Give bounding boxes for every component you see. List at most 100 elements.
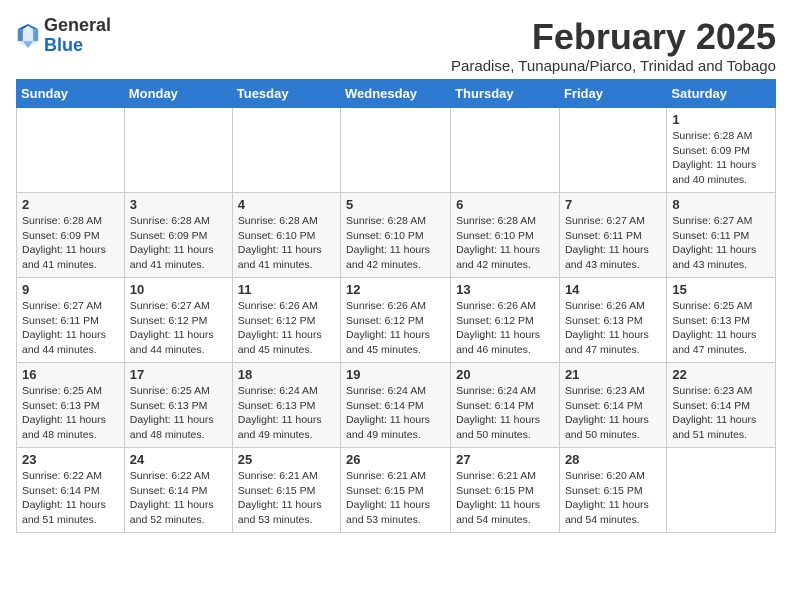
day-number: 10 (130, 282, 227, 297)
table-cell (17, 108, 125, 193)
day-number: 21 (565, 367, 661, 382)
table-cell: 18Sunrise: 6:24 AM Sunset: 6:13 PM Dayli… (232, 363, 340, 448)
day-info: Sunrise: 6:28 AM Sunset: 6:09 PM Dayligh… (130, 214, 227, 273)
table-cell: 26Sunrise: 6:21 AM Sunset: 6:15 PM Dayli… (341, 448, 451, 533)
day-number: 8 (672, 197, 770, 212)
day-number: 3 (130, 197, 227, 212)
table-cell: 17 Sunrise: 6:25 AM Sunset: 6:13 PM Dayli… (124, 363, 232, 448)
day-number: 12 (346, 282, 445, 297)
logo-icon (16, 22, 40, 50)
day-number: 19 (346, 367, 445, 382)
header-saturday: Saturday (667, 80, 776, 108)
day-number: 7 (565, 197, 661, 212)
table-cell: 20 Sunrise: 6:24 AM Sunset: 6:14 PM Dayli… (451, 363, 560, 448)
table-cell (232, 108, 340, 193)
table-cell (451, 108, 560, 193)
table-cell: 4 Sunrise: 6:28 AM Sunset: 6:10 PM Daylig… (232, 193, 340, 278)
day-number: 24 (130, 452, 227, 467)
day-info: Sunrise: 6:21 AM Sunset: 6:15 PM Dayligh… (456, 469, 554, 528)
day-info: Sunrise: 6:20 AM Sunset: 6:15 PM Dayligh… (565, 469, 661, 528)
week-row-1: 1 Sunrise: 6:28 AM Sunset: 6:09 PM Daylig… (17, 108, 776, 193)
day-info: Sunrise: 6:26 AM Sunset: 6:12 PM Dayligh… (456, 299, 554, 358)
day-info: Sunrise: 6:22 AM Sunset: 6:14 PM Dayligh… (22, 469, 119, 528)
week-row-3: 9 Sunrise: 6:27 AM Sunset: 6:11 PM Daylig… (17, 278, 776, 363)
table-cell: 27 Sunrise: 6:21 AM Sunset: 6:15 PM Dayli… (451, 448, 560, 533)
table-cell: 25 Sunrise: 6:21 AM Sunset: 6:15 PM Dayli… (232, 448, 340, 533)
day-number: 2 (22, 197, 119, 212)
day-number: 9 (22, 282, 119, 297)
day-info: Sunrise: 6:25 AM Sunset: 6:13 PM Dayligh… (130, 384, 227, 443)
table-cell: 8 Sunrise: 6:27 AM Sunset: 6:11 PM Daylig… (667, 193, 776, 278)
header-friday: Friday (559, 80, 666, 108)
table-cell: 22Sunrise: 6:23 AM Sunset: 6:14 PM Dayli… (667, 363, 776, 448)
week-row-5: 23Sunrise: 6:22 AM Sunset: 6:14 PM Dayli… (17, 448, 776, 533)
day-info: Sunrise: 6:27 AM Sunset: 6:11 PM Dayligh… (565, 214, 661, 273)
table-cell: 12Sunrise: 6:26 AM Sunset: 6:12 PM Dayli… (341, 278, 451, 363)
table-cell: 28 Sunrise: 6:20 AM Sunset: 6:15 PM Dayli… (559, 448, 666, 533)
table-cell: 6 Sunrise: 6:28 AM Sunset: 6:10 PM Daylig… (451, 193, 560, 278)
day-info: Sunrise: 6:28 AM Sunset: 6:09 PM Dayligh… (672, 129, 770, 188)
day-number: 22 (672, 367, 770, 382)
day-number: 1 (672, 112, 770, 127)
day-info: Sunrise: 6:25 AM Sunset: 6:13 PM Dayligh… (672, 299, 770, 358)
table-cell (341, 108, 451, 193)
day-number: 13 (456, 282, 554, 297)
day-info: Sunrise: 6:25 AM Sunset: 6:13 PM Dayligh… (22, 384, 119, 443)
table-cell: 16 Sunrise: 6:25 AM Sunset: 6:13 PM Dayli… (17, 363, 125, 448)
header-wednesday: Wednesday (341, 80, 451, 108)
logo-general-text: General (44, 15, 111, 35)
table-cell: 23Sunrise: 6:22 AM Sunset: 6:14 PM Dayli… (17, 448, 125, 533)
header-sunday: Sunday (17, 80, 125, 108)
logo: General Blue (16, 16, 111, 56)
table-cell: 14 Sunrise: 6:26 AM Sunset: 6:13 PM Dayli… (559, 278, 666, 363)
title-block: February 2025 Paradise, Tunapuna/Piarco,… (451, 16, 776, 75)
day-info: Sunrise: 6:27 AM Sunset: 6:11 PM Dayligh… (22, 299, 119, 358)
day-info: Sunrise: 6:22 AM Sunset: 6:14 PM Dayligh… (130, 469, 227, 528)
table-cell: 21 Sunrise: 6:23 AM Sunset: 6:14 PM Dayli… (559, 363, 666, 448)
day-info: Sunrise: 6:21 AM Sunset: 6:15 PM Dayligh… (238, 469, 335, 528)
day-info: Sunrise: 6:26 AM Sunset: 6:12 PM Dayligh… (238, 299, 335, 358)
day-number: 26 (346, 452, 445, 467)
table-cell: 2Sunrise: 6:28 AM Sunset: 6:09 PM Daylig… (17, 193, 125, 278)
table-cell: 1 Sunrise: 6:28 AM Sunset: 6:09 PM Daylig… (667, 108, 776, 193)
day-number: 27 (456, 452, 554, 467)
day-number: 6 (456, 197, 554, 212)
day-number: 17 (130, 367, 227, 382)
header-thursday: Thursday (451, 80, 560, 108)
day-info: Sunrise: 6:26 AM Sunset: 6:13 PM Dayligh… (565, 299, 661, 358)
day-info: Sunrise: 6:28 AM Sunset: 6:10 PM Dayligh… (456, 214, 554, 273)
table-cell: 9 Sunrise: 6:27 AM Sunset: 6:11 PM Daylig… (17, 278, 125, 363)
logo-blue-text: Blue (44, 35, 83, 55)
day-info: Sunrise: 6:28 AM Sunset: 6:10 PM Dayligh… (346, 214, 445, 273)
table-cell: 5 Sunrise: 6:28 AM Sunset: 6:10 PM Daylig… (341, 193, 451, 278)
weekday-header-row: SundayMondayTuesdayWednesdayThursdayFrid… (17, 80, 776, 108)
calendar-table: SundayMondayTuesdayWednesdayThursdayFrid… (16, 79, 776, 533)
week-row-4: 16 Sunrise: 6:25 AM Sunset: 6:13 PM Dayli… (17, 363, 776, 448)
header-tuesday: Tuesday (232, 80, 340, 108)
day-number: 20 (456, 367, 554, 382)
table-cell: 3 Sunrise: 6:28 AM Sunset: 6:09 PM Daylig… (124, 193, 232, 278)
day-info: Sunrise: 6:24 AM Sunset: 6:14 PM Dayligh… (456, 384, 554, 443)
day-info: Sunrise: 6:28 AM Sunset: 6:10 PM Dayligh… (238, 214, 335, 273)
day-info: Sunrise: 6:24 AM Sunset: 6:14 PM Dayligh… (346, 384, 445, 443)
table-cell (667, 448, 776, 533)
day-info: Sunrise: 6:23 AM Sunset: 6:14 PM Dayligh… (565, 384, 661, 443)
day-number: 25 (238, 452, 335, 467)
day-number: 28 (565, 452, 661, 467)
day-info: Sunrise: 6:27 AM Sunset: 6:11 PM Dayligh… (672, 214, 770, 273)
calendar-title: February 2025 (451, 16, 776, 58)
table-cell: 19 Sunrise: 6:24 AM Sunset: 6:14 PM Dayli… (341, 363, 451, 448)
page-header: General Blue February 2025 Paradise, Tun… (16, 16, 776, 75)
table-cell: 15 Sunrise: 6:25 AM Sunset: 6:13 PM Dayli… (667, 278, 776, 363)
day-number: 5 (346, 197, 445, 212)
table-cell: 24 Sunrise: 6:22 AM Sunset: 6:14 PM Dayli… (124, 448, 232, 533)
day-number: 11 (238, 282, 335, 297)
table-cell (559, 108, 666, 193)
day-number: 4 (238, 197, 335, 212)
header-monday: Monday (124, 80, 232, 108)
day-number: 15 (672, 282, 770, 297)
calendar-subtitle: Paradise, Tunapuna/Piarco, Trinidad and … (451, 58, 776, 75)
day-number: 16 (22, 367, 119, 382)
day-number: 14 (565, 282, 661, 297)
table-cell: 7 Sunrise: 6:27 AM Sunset: 6:11 PM Daylig… (559, 193, 666, 278)
